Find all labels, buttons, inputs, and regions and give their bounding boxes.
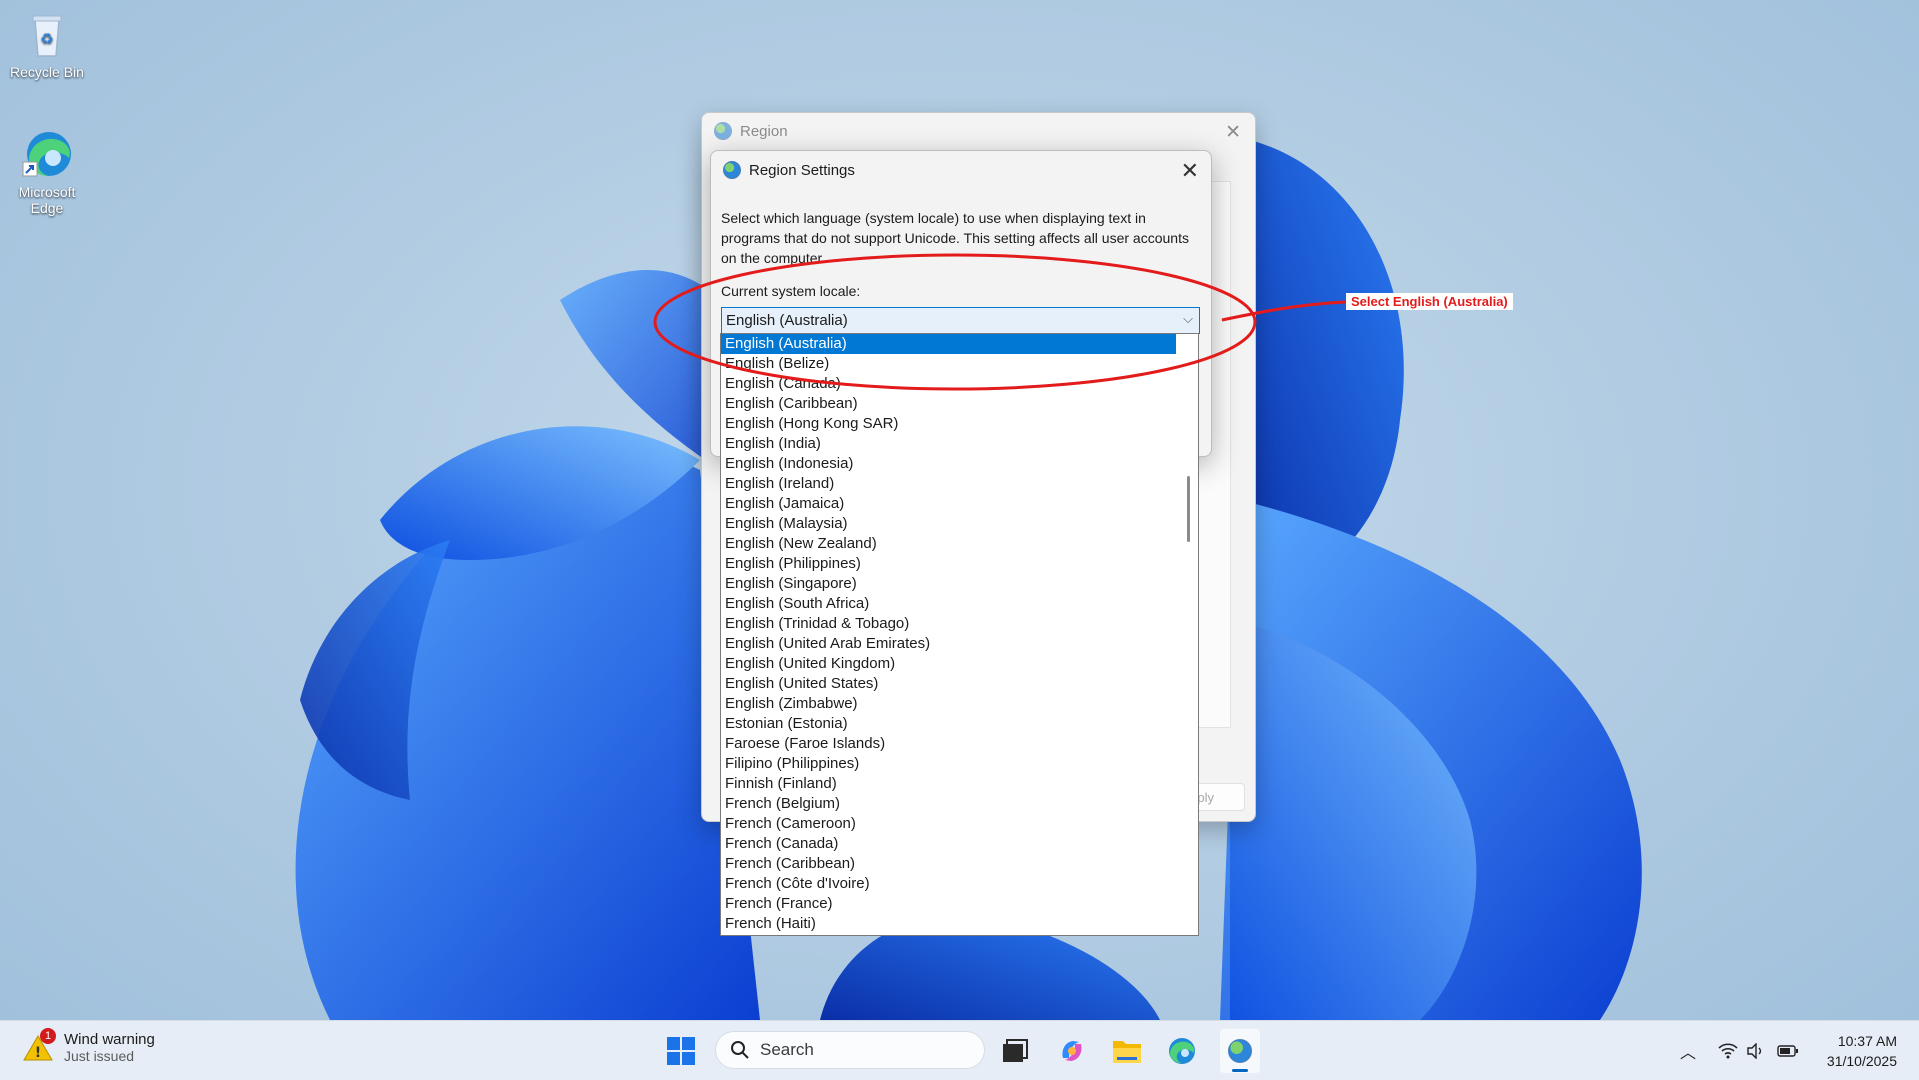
system-locale-dropdown[interactable]: English (Australia) ⌵ [721,307,1200,334]
clock-date: 31/10/2025 [1826,1053,1897,1069]
recycle-bin-label: Recycle Bin [10,64,84,80]
microsoft-edge-shortcut[interactable]: Microsoft Edge [7,128,87,216]
show-hidden-icons-button[interactable]: ︿ [1670,1033,1706,1069]
locale-option[interactable]: English (Malaysia) [721,514,1176,534]
locale-option[interactable]: English (Singapore) [721,574,1176,594]
recycle-bin-icon: ♻ [21,8,73,60]
locale-option[interactable]: English (Trinidad & Tobago) [721,614,1176,634]
battery-button[interactable] [1770,1033,1806,1069]
start-button[interactable] [663,1033,699,1069]
svg-text:!: ! [35,1045,41,1061]
locale-option[interactable]: French (Caribbean) [721,854,1176,874]
globe-icon [1228,1039,1252,1063]
locale-option[interactable]: French (Côte d'Ivoire) [721,874,1176,894]
locale-option[interactable]: English (Ireland) [721,474,1176,494]
copilot-button[interactable] [1054,1033,1090,1069]
task-view-button[interactable] [997,1033,1033,1069]
locale-option[interactable]: English (New Zealand) [721,534,1176,554]
svg-text:♻: ♻ [40,30,53,48]
locale-option[interactable]: English (Jamaica) [721,494,1176,514]
locale-option[interactable]: French (Haiti) [721,914,1176,934]
locale-option[interactable]: English (Caribbean) [721,394,1176,414]
locale-option[interactable]: English (Indonesia) [721,454,1176,474]
locale-dropdown-value: English (Australia) [726,312,848,329]
locale-option[interactable]: Faroese (Faroe Islands) [721,734,1176,754]
list-scrollbar[interactable] [1180,334,1198,935]
scrollbar-thumb[interactable] [1187,476,1190,542]
speaker-icon [1747,1043,1762,1059]
annotation-callout: Select English (Australia) [1346,293,1513,310]
chevron-down-icon: ⌵ [1183,311,1193,326]
active-indicator [1232,1069,1248,1072]
locale-option[interactable]: English (South Africa) [721,594,1176,614]
locale-option[interactable]: English (Belize) [721,354,1176,374]
settings-close-icon[interactable]: ✕ [1181,158,1199,184]
globe-icon [714,122,732,140]
locale-option[interactable]: English (United Arab Emirates) [721,634,1176,654]
globe-icon [723,161,741,179]
copilot-icon [1062,1041,1082,1061]
locale-description: Select which language (system locale) to… [721,210,1189,266]
locale-option[interactable]: English (Canada) [721,374,1176,394]
weather-subtitle: Just issued [64,1048,135,1064]
locale-options: English (Australia) English (Belize) Engli… [721,334,1198,934]
locale-option[interactable]: French (Belgium) [721,794,1176,814]
edge-label: Microsoft Edge [18,184,76,216]
weather-widget[interactable]: ! 1 Wind warning Just issued [22,1027,155,1064]
locale-option[interactable]: English (India) [721,434,1176,454]
locale-option[interactable]: English (United Kingdom) [721,654,1176,674]
region-window-titlebar: Region [702,113,1255,149]
search-icon [731,1041,749,1059]
weather-title: Wind warning [64,1031,155,1048]
search-placeholder: Search [760,1040,814,1059]
file-explorer-button[interactable] [1109,1033,1145,1069]
locale-option[interactable]: English (Australia) [721,334,1176,354]
taskbar: ! 1 Wind warning Just issued Search ︿ 10… [0,1020,1919,1080]
folder-icon [1113,1041,1141,1063]
battery-icon [1777,1045,1798,1057]
notification-badge: 1 [40,1027,56,1044]
edge-taskbar-button[interactable] [1164,1033,1200,1069]
clock[interactable]: 10:37 AM 31/10/2025 [1827,1031,1897,1071]
settings-dialog-title: Region Settings [749,161,855,179]
taskbar-search[interactable]: Search [715,1031,985,1069]
clock-time: 10:37 AM [1837,1033,1897,1049]
wifi-icon [1718,1043,1738,1059]
locale-option[interactable]: Estonian (Estonia) [721,714,1176,734]
locale-option[interactable]: English (United States) [721,674,1176,694]
locale-option[interactable]: English (Philippines) [721,554,1176,574]
region-taskbar-button[interactable] [1220,1029,1260,1073]
locale-option[interactable]: Finnish (Finland) [721,774,1176,794]
locale-option[interactable]: English (Hong Kong SAR) [721,414,1176,434]
locale-option[interactable]: English (Zimbabwe) [721,694,1176,714]
windows-logo-icon [667,1037,695,1065]
volume-button[interactable] [1737,1033,1773,1069]
region-close-icon[interactable]: ✕ [1225,121,1241,144]
locale-option[interactable]: French (Cameroon) [721,814,1176,834]
task-view-icon [1003,1039,1028,1062]
edge-icon [1169,1038,1195,1064]
edge-icon [21,128,73,180]
region-window-title: Region [740,122,788,140]
chevron-up-icon: ︿ [1679,1045,1696,1062]
locale-option[interactable]: French (Canada) [721,834,1176,854]
locale-option[interactable]: French (France) [721,894,1176,914]
current-locale-label: Current system locale: [721,283,861,299]
locale-options-list[interactable]: English (Australia) English (Belize) Engli… [720,333,1199,936]
settings-dialog-titlebar: Region Settings [711,151,1211,189]
wind-warning-icon: ! 1 [22,1027,56,1064]
recycle-bin-shortcut[interactable]: ♻ Recycle Bin [7,8,87,80]
locale-option[interactable]: Filipino (Philippines) [721,754,1176,774]
